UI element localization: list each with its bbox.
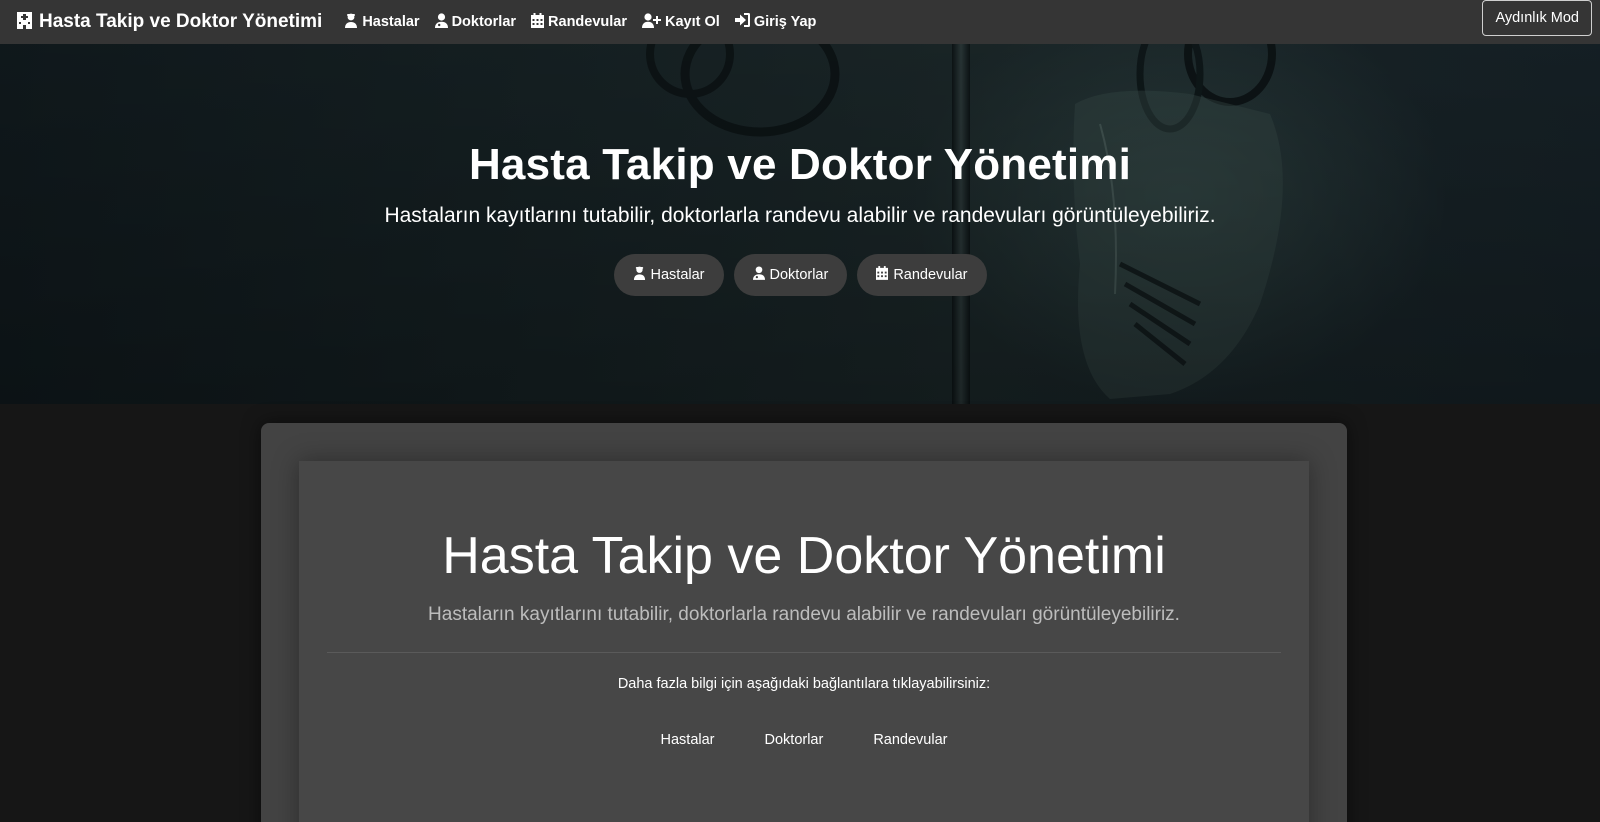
nav-randevular-label: Randevular	[548, 14, 628, 30]
hero-randevular-button[interactable]: Randevular	[857, 254, 987, 296]
divider	[327, 652, 1281, 653]
user-doctor-icon	[434, 12, 448, 32]
hero-buttons: Hastalar Doktorlar Randevular	[613, 254, 987, 296]
user-injured-icon	[633, 266, 646, 284]
nav-kayit-ol-label: Kayıt Ol	[665, 14, 720, 30]
nav-giris-yap-label: Giriş Yap	[753, 14, 817, 30]
hero-hastalar-button[interactable]: Hastalar	[613, 254, 724, 296]
nav-hastalar-label: Hastalar	[362, 14, 420, 30]
nav-doktorlar[interactable]: Doktorlar	[434, 12, 517, 32]
card-info-text: Daha fazla bilgi için aşağıdaki bağlantı…	[617, 676, 991, 692]
nav-giris-yap[interactable]: Giriş Yap	[734, 13, 817, 31]
brand[interactable]: Hasta Takip ve Doktor Yönetimi	[16, 10, 322, 35]
user-doctor-icon	[752, 266, 765, 284]
brand-title: Hasta Takip ve Doktor Yönetimi	[39, 11, 323, 32]
main-card: Hasta Takip ve Doktor Yönetimi Hastaları…	[261, 423, 1347, 822]
card-links: Hastalar Doktorlar Randevular	[661, 732, 948, 748]
calendar-icon	[876, 266, 889, 284]
hero-title: Hasta Takip ve Doktor Yönetimi	[468, 140, 1132, 189]
card-subtitle: Hastaların kayıtlarını tutabilir, doktor…	[428, 604, 1180, 625]
hospital-icon	[16, 10, 33, 35]
card-link-hastalar[interactable]: Hastalar	[661, 732, 715, 748]
calendar-icon	[531, 12, 545, 32]
hero-content: Hasta Takip ve Doktor Yönetimi Hastaları…	[0, 44, 1600, 404]
navbar: Hasta Takip ve Doktor Yönetimi Hastalar …	[0, 0, 1600, 44]
hero-randevular-label: Randevular	[893, 267, 968, 283]
hero-doktorlar-label: Doktorlar	[769, 267, 829, 283]
nav-randevular[interactable]: Randevular	[531, 12, 628, 32]
card-link-randevular[interactable]: Randevular	[873, 732, 947, 748]
hero-section: Hasta Takip ve Doktor Yönetimi Hastaları…	[0, 44, 1600, 404]
card-title: Hasta Takip ve Doktor Yönetimi	[442, 527, 1166, 585]
theme-toggle-button[interactable]: Aydınlık Mod	[1482, 0, 1592, 36]
jumbotron: Hasta Takip ve Doktor Yönetimi Hastaları…	[299, 461, 1309, 822]
user-injured-icon	[344, 13, 358, 32]
hero-hastalar-label: Hastalar	[650, 267, 705, 283]
nav-hastalar[interactable]: Hastalar	[344, 13, 420, 32]
hero-doktorlar-button[interactable]: Doktorlar	[733, 254, 848, 296]
card-link-doktorlar[interactable]: Doktorlar	[765, 732, 824, 748]
user-plus-icon	[642, 12, 662, 32]
nav-kayit-ol[interactable]: Kayıt Ol	[642, 12, 720, 32]
hero-subtitle: Hastaların kayıtlarını tutabilir, doktor…	[384, 204, 1216, 227]
sign-in-icon	[734, 13, 750, 31]
nav-doktorlar-label: Doktorlar	[451, 14, 517, 30]
nav-links: Hastalar Doktorlar Randevular Kayıt Ol G…	[344, 12, 817, 32]
